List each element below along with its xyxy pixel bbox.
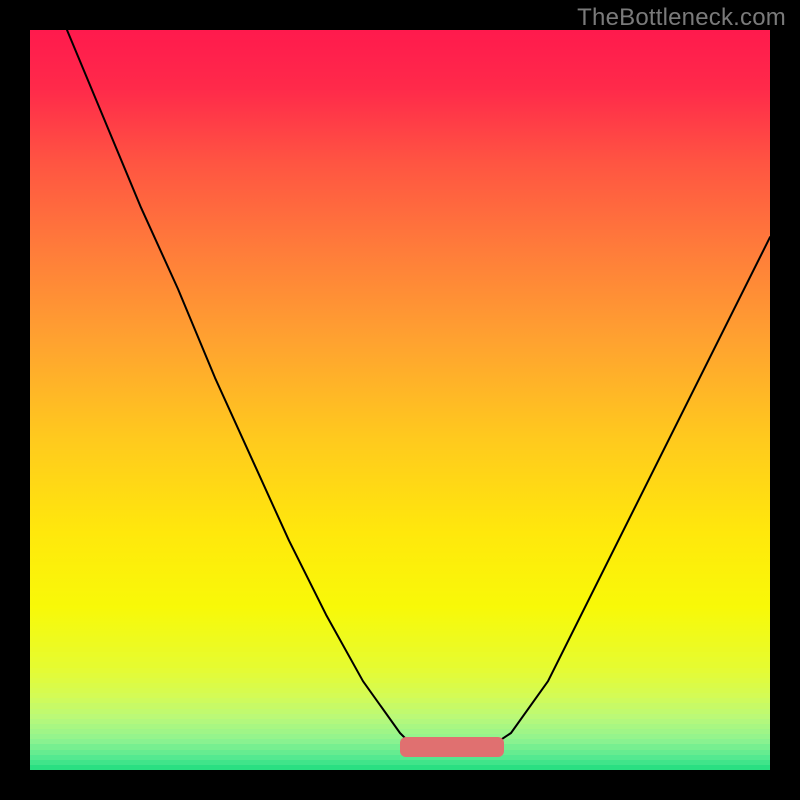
watermark-text: TheBottleneck.com: [577, 4, 786, 32]
plot-area: [30, 30, 770, 770]
chart-frame: TheBottleneck.com: [0, 0, 800, 800]
bottleneck-curve: [30, 30, 770, 770]
optimal-range-bar: [400, 737, 504, 757]
